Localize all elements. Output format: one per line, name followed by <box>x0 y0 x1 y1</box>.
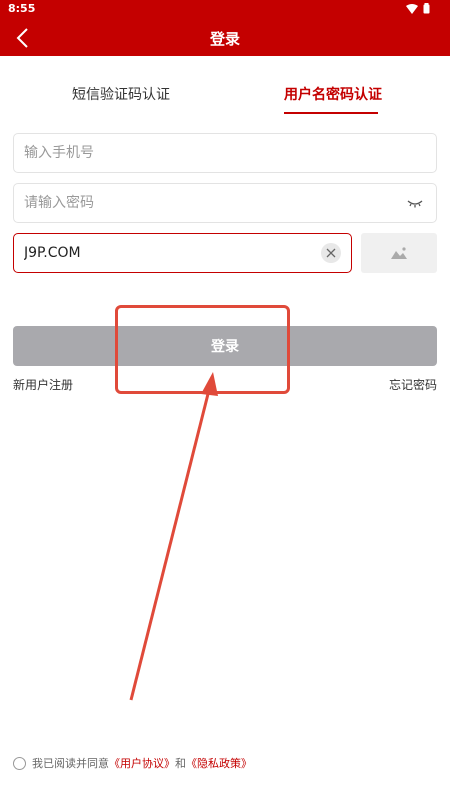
close-icon <box>326 248 336 258</box>
tab-password-auth[interactable]: 用户名密码认证 <box>284 84 382 104</box>
phone-field <box>13 133 437 173</box>
password-input[interactable] <box>24 184 384 222</box>
status-time: 8:55 <box>8 2 36 15</box>
eye-closed-icon[interactable] <box>406 196 424 210</box>
annotation-arrow <box>129 372 218 701</box>
agreement-row: 我已阅读并同意 《用户协议》 和 《隐私政策》 <box>13 755 252 771</box>
captcha-input[interactable] <box>24 234 314 272</box>
page-title: 登录 <box>209 30 240 48</box>
tab-sms-auth[interactable]: 短信验证码认证 <box>72 84 170 104</box>
status-icons <box>406 3 430 14</box>
forgot-password-link[interactable]: 忘记密码 <box>389 376 437 393</box>
user-agreement-link[interactable]: 《用户协议》 <box>109 755 175 771</box>
image-placeholder-icon <box>391 247 407 259</box>
battery-icon <box>423 3 430 14</box>
privacy-policy-link[interactable]: 《隐私政策》 <box>186 755 252 771</box>
agree-radio[interactable] <box>13 756 26 770</box>
wifi-icon <box>406 3 418 14</box>
captcha-field <box>13 233 352 273</box>
register-link[interactable]: 新用户注册 <box>13 376 73 393</box>
top-bar: 8:55 登录 <box>0 0 450 56</box>
agreement-prefix: 我已阅读并同意 <box>32 757 109 770</box>
phone-input[interactable] <box>24 134 384 172</box>
captcha-image[interactable] <box>361 233 437 273</box>
password-field <box>13 183 437 223</box>
agreement-and: 和 <box>175 757 186 770</box>
auth-tabs: 短信验证码认证 用户名密码认证 <box>0 84 450 118</box>
clear-icon[interactable] <box>321 243 341 263</box>
login-button[interactable]: 登录 <box>13 326 437 366</box>
active-tab-indicator <box>284 112 378 114</box>
